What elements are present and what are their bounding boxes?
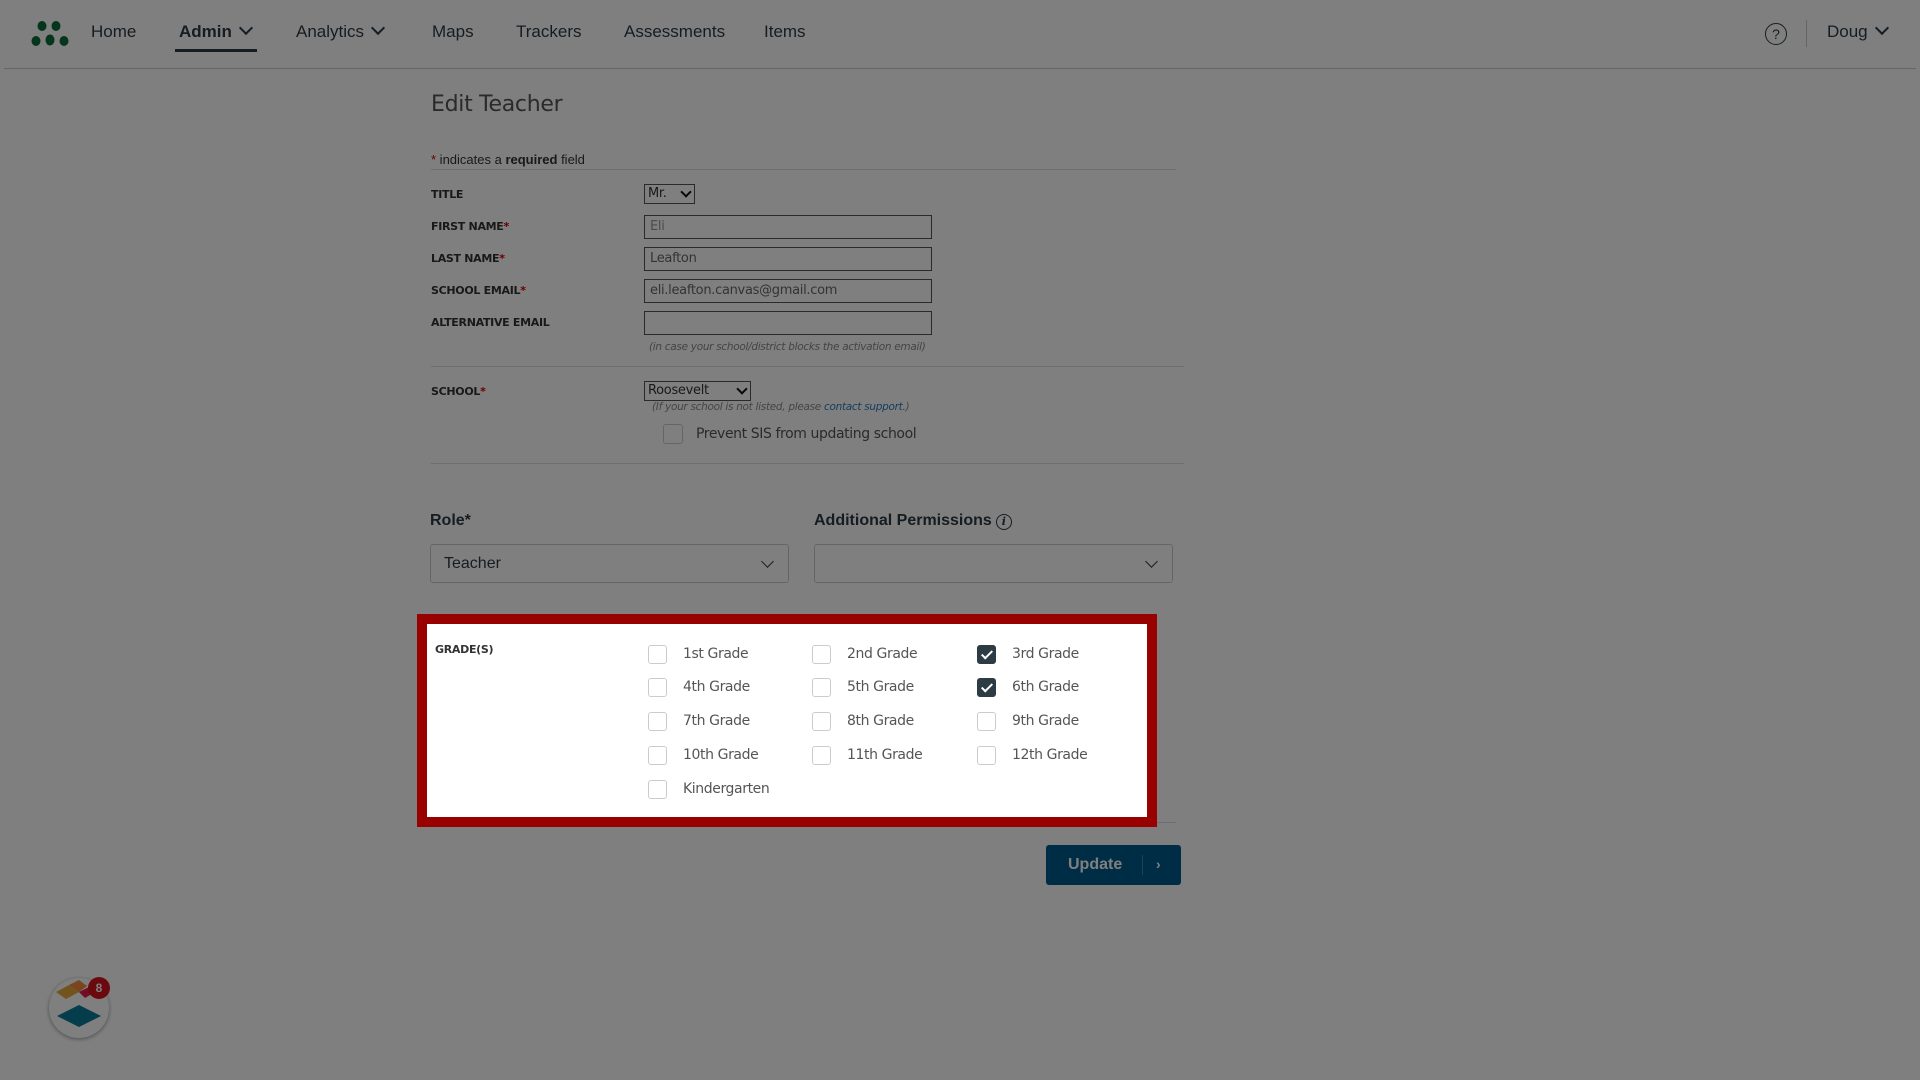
grade-checkbox[interactable] [648, 780, 667, 799]
nav-assessments-label: Assessments [624, 22, 726, 41]
prevent-sis-label: Prevent SIS from updating school [696, 426, 917, 442]
school-hint: (If your school is not listed, please co… [652, 401, 910, 413]
title-label: TITLE [431, 188, 464, 201]
chevron-down-icon [1145, 555, 1158, 568]
last-name-field[interactable]: Leafton [644, 247, 932, 271]
grade-label: 4th Grade [683, 679, 750, 695]
grades-label: GRADE(S) [435, 643, 494, 656]
nav-admin[interactable]: Admin [179, 20, 253, 42]
user-name: Doug [1827, 22, 1868, 41]
nav-analytics-label: Analytics [296, 22, 365, 41]
button-divider [1142, 855, 1143, 875]
grade-checkbox[interactable] [812, 645, 831, 664]
required-note-text: indicates a [436, 152, 506, 167]
update-button-label: Update [1068, 856, 1123, 873]
grade-checkbox[interactable] [977, 746, 996, 765]
grade-label: 1st Grade [683, 646, 749, 662]
top-nav-bar: Home Admin Analytics Maps Trackers Asses… [4, 0, 1916, 69]
grade-checkbox[interactable] [648, 712, 667, 731]
nav-maps-label: Maps [432, 22, 474, 41]
additional-permissions-dropdown[interactable] [814, 544, 1173, 583]
alternative-email-hint: (in case your school/district blocks the… [649, 341, 926, 353]
grade-label: 6th Grade [1012, 679, 1079, 695]
chevron-down-icon [238, 20, 253, 36]
grade-checkbox[interactable] [648, 678, 667, 697]
title-select[interactable]: Mr. [644, 184, 695, 204]
grade-label: Kindergarten [683, 781, 770, 797]
grade-checkbox[interactable] [977, 645, 996, 664]
prevent-sis-checkbox[interactable] [663, 424, 683, 444]
first-name-field[interactable]: Eli [644, 215, 932, 239]
dim-overlay [0, 614, 417, 827]
nav-divider [1806, 20, 1807, 47]
nav-items[interactable]: Items [764, 22, 806, 42]
grade-checkbox[interactable] [812, 712, 831, 731]
role-dropdown[interactable]: Teacher [430, 544, 789, 583]
divider [431, 366, 1184, 367]
update-button[interactable]: Update › [1046, 845, 1181, 885]
grades-section: GRADE(S) 1st Grade 2nd Grade 3rd Grade 4th … [427, 624, 1147, 817]
grade-label: 9th Grade [1012, 713, 1079, 729]
grade-label: 2nd Grade [847, 646, 918, 662]
nav-analytics[interactable]: Analytics [296, 20, 386, 42]
nav-home[interactable]: Home [91, 22, 136, 42]
school-email-label: SCHOOL EMAIL* [431, 284, 526, 297]
grade-checkbox[interactable] [648, 746, 667, 765]
nav-items-label: Items [764, 22, 806, 41]
last-name-label: LAST NAME* [431, 252, 505, 265]
nav-admin-label: Admin [179, 22, 232, 41]
role-label: Role* [430, 512, 471, 529]
dim-overlay [0, 827, 1920, 1080]
grade-checkbox[interactable] [977, 712, 996, 731]
chevron-down-icon [761, 555, 774, 568]
required-note-text-end: field [557, 152, 585, 167]
grade-checkbox[interactable] [812, 746, 831, 765]
chevron-down-icon [370, 20, 386, 36]
contact-support-link[interactable]: contact support [824, 401, 903, 413]
alternative-email-field[interactable] [644, 311, 932, 335]
help-icon[interactable]: ? [1765, 23, 1787, 45]
school-select[interactable]: Roosevelt [644, 381, 751, 401]
grade-label: 11th Grade [847, 747, 923, 763]
chevron-down-icon [736, 383, 748, 395]
alternative-email-label: ALTERNATIVE EMAIL [431, 316, 550, 329]
grade-label: 5th Grade [847, 679, 914, 695]
grade-label: 7th Grade [683, 713, 750, 729]
divider [431, 169, 1176, 170]
nav-maps[interactable]: Maps [432, 22, 474, 42]
required-note-bold: required [505, 152, 558, 167]
grade-label: 3rd Grade [1012, 646, 1079, 662]
divider [431, 822, 1176, 823]
notification-badge: 8 [88, 977, 110, 999]
grade-checkbox[interactable] [977, 678, 996, 697]
title-select-value: Mr. [648, 186, 667, 201]
grade-checkbox[interactable] [648, 645, 667, 664]
additional-permissions-label: Additional Permissions i [814, 512, 1012, 530]
chevron-right-icon: › [1156, 856, 1161, 872]
grade-checkbox[interactable] [812, 678, 831, 697]
first-name-label: FIRST NAME* [431, 220, 509, 233]
page: Home Admin Analytics Maps Trackers Asses… [0, 0, 1920, 1080]
grade-label: 8th Grade [847, 713, 914, 729]
dim-overlay [1157, 614, 1920, 827]
user-menu[interactable]: Doug [1827, 20, 1889, 42]
chevron-down-icon [1874, 20, 1889, 36]
divider [431, 463, 1184, 464]
nav-home-label: Home [91, 22, 137, 41]
page-title: Edit Teacher [431, 92, 563, 117]
chevron-down-icon [680, 186, 692, 198]
role-dropdown-value: Teacher [444, 555, 501, 572]
school-email-field[interactable]: eli.leafton.canvas@gmail.com [644, 279, 932, 303]
required-note: * indicates a required field [431, 152, 585, 167]
nav-trackers-label: Trackers [516, 22, 582, 41]
brand-logo[interactable] [30, 20, 70, 48]
nav-trackers[interactable]: Trackers [516, 22, 582, 42]
active-tab-indicator [175, 49, 257, 52]
nav-assessments[interactable]: Assessments [624, 22, 725, 42]
info-icon[interactable]: i [995, 514, 1012, 530]
school-label: SCHOOL* [431, 385, 486, 398]
grade-label: 12th Grade [1012, 747, 1088, 763]
school-select-value: Roosevelt [648, 383, 709, 398]
grade-label: 10th Grade [683, 747, 759, 763]
